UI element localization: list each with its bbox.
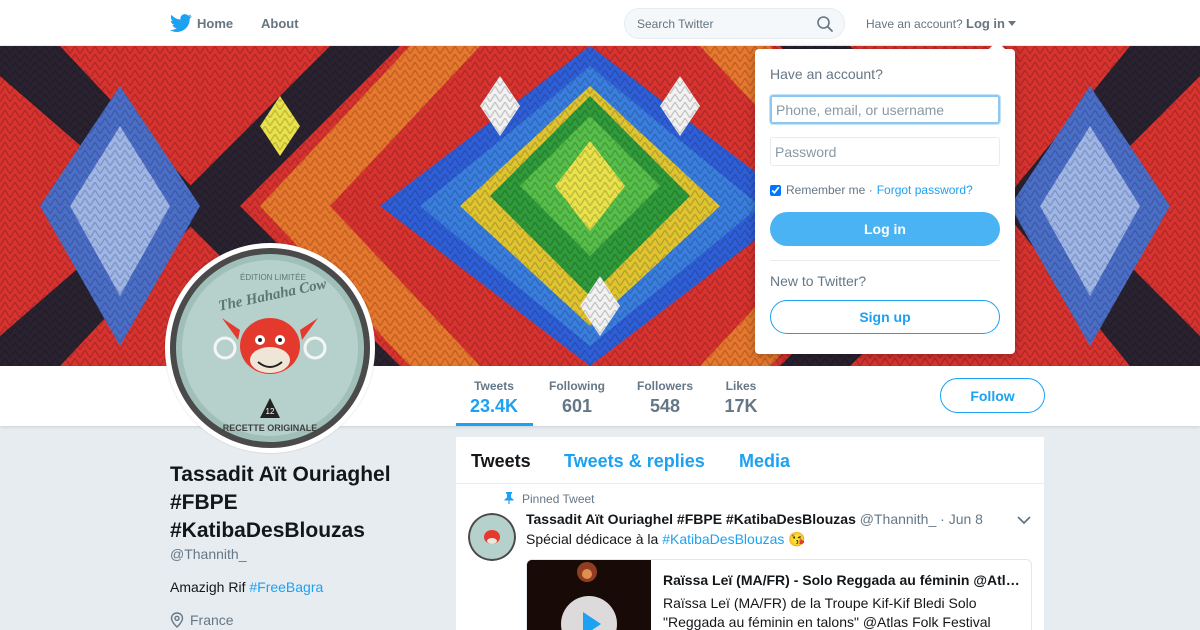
tweet-body-text: Spécial dédicace à la [526,531,663,547]
tweet-avatar[interactable] [468,513,516,561]
profile-avatar[interactable]: ÉDITION LIMITÉE The Hahaha Cow 12 RECETT… [165,243,375,453]
login-button[interactable]: Log in [770,212,1000,246]
profile-bio: Amazigh Rif #FreeBagra [170,579,323,595]
active-stat-underline [456,423,533,426]
stat-tweets[interactable]: Tweets 23.4K [470,379,518,417]
top-navigation: Home About Have an account? Log in [0,0,1200,46]
stat-likes-value[interactable]: 17K [724,396,758,417]
stat-followers[interactable]: Followers 548 [636,379,694,417]
search-box[interactable] [624,8,845,39]
tweet-author-name[interactable]: Tassadit Aït Ouriaghel #FBPE #KatibaDesB… [526,511,856,527]
card-title[interactable]: Raïssa Leï (MA/FR) - Solo Reggada au fém… [663,572,1023,588]
caret-down-icon[interactable] [1008,21,1016,26]
tab-tweets[interactable]: Tweets [471,451,531,472]
profile-handle[interactable]: @Thannith_ [170,546,246,562]
stat-followers-value[interactable]: 548 [636,396,694,417]
login-dropdown-title: Have an account? [770,66,883,82]
profile-location: France [170,612,234,628]
profile-bio-text: Amazigh Rif [170,579,250,595]
pinned-tweet-label: Pinned Tweet [504,492,595,506]
tweet-text: Spécial dédicace à la #KatibaDesBlouzas … [526,531,806,548]
card-thumbnail[interactable] [527,560,651,630]
location-pin-icon [170,612,184,628]
forgot-password-link[interactable]: Forgot password? [877,183,973,197]
avatar-bottom-text: RECETTE ORIGINALE [223,423,318,433]
tab-tweets-and-replies[interactable]: Tweets & replies [564,451,705,472]
tweet-author-handle[interactable]: @Thannith_ [860,511,936,527]
timeline-tabs: Tweets Tweets & replies Media [456,437,1044,484]
password-field[interactable] [770,137,1000,166]
tweet-date[interactable]: Jun 8 [949,511,983,527]
bio-hashtag-link[interactable]: #FreeBagra [249,579,323,595]
stat-likes[interactable]: Likes 17K [724,379,758,417]
stat-following-label[interactable]: Following [548,379,606,393]
remember-me-row: Remember me · Forgot password? [770,183,973,197]
card-video-thumbnail [527,560,651,630]
pin-icon [504,492,514,504]
avatar-image: ÉDITION LIMITÉE The Hahaha Cow 12 RECETT… [170,248,370,448]
dropdown-divider [770,260,1000,261]
login-dropdown-toggle[interactable]: Log in [966,16,1016,31]
profile-name[interactable]: Tassadit Aït Ouriaghel #FBPE #KatibaDesB… [170,461,430,545]
chevron-down-icon[interactable] [1017,515,1031,525]
nav-about-link[interactable]: About [261,16,299,31]
login-toggle-label[interactable]: Log in [966,16,1005,31]
follow-button[interactable]: Follow [940,378,1045,413]
username-field[interactable] [770,95,1000,124]
tweet-header: Tassadit Aït Ouriaghel #FBPE #KatibaDesB… [526,511,983,527]
remember-me-label[interactable]: Remember me [786,183,865,197]
twitter-bird-icon[interactable] [170,12,192,34]
avatar-top-text: ÉDITION LIMITÉE [240,273,306,282]
stat-likes-label[interactable]: Likes [724,379,758,393]
signup-button[interactable]: Sign up [770,300,1000,334]
stat-tweets-label[interactable]: Tweets [470,379,518,393]
stat-tweets-value[interactable]: 23.4K [470,396,518,417]
link-preview-card[interactable]: Raïssa Leï (MA/FR) - Solo Reggada au fém… [526,559,1032,630]
stat-following-value[interactable]: 601 [548,396,606,417]
login-dropdown: Have an account? Remember me · Forgot pa… [755,41,1015,354]
remember-separator: · [865,183,873,197]
new-to-twitter-text: New to Twitter? [770,273,867,289]
tweet-emoji: 😘 [788,531,806,547]
search-icon[interactable] [816,15,834,33]
timeline: Tweets Tweets & replies Media Pinned Twe… [456,437,1044,630]
tweet-separator: · [940,511,945,527]
have-account-text: Have an account? [866,17,963,31]
tab-media[interactable]: Media [739,451,790,472]
avatar-count-text: 12 [266,407,275,416]
tweet-hashtag-link[interactable]: #KatibaDesBlouzas [662,531,784,547]
pinned-tweet-text: Pinned Tweet [522,492,595,506]
search-input[interactable] [637,9,817,38]
stat-following[interactable]: Following 601 [548,379,606,417]
card-description: Raïssa Leï (MA/FR) de la Troupe Kif-Kif … [663,595,991,630]
remember-me-checkbox[interactable] [770,184,781,196]
nav-home-link[interactable]: Home [197,16,233,31]
stat-followers-label[interactable]: Followers [636,379,694,393]
profile-location-text: France [190,612,234,628]
tweet-avatar-image [468,513,516,561]
